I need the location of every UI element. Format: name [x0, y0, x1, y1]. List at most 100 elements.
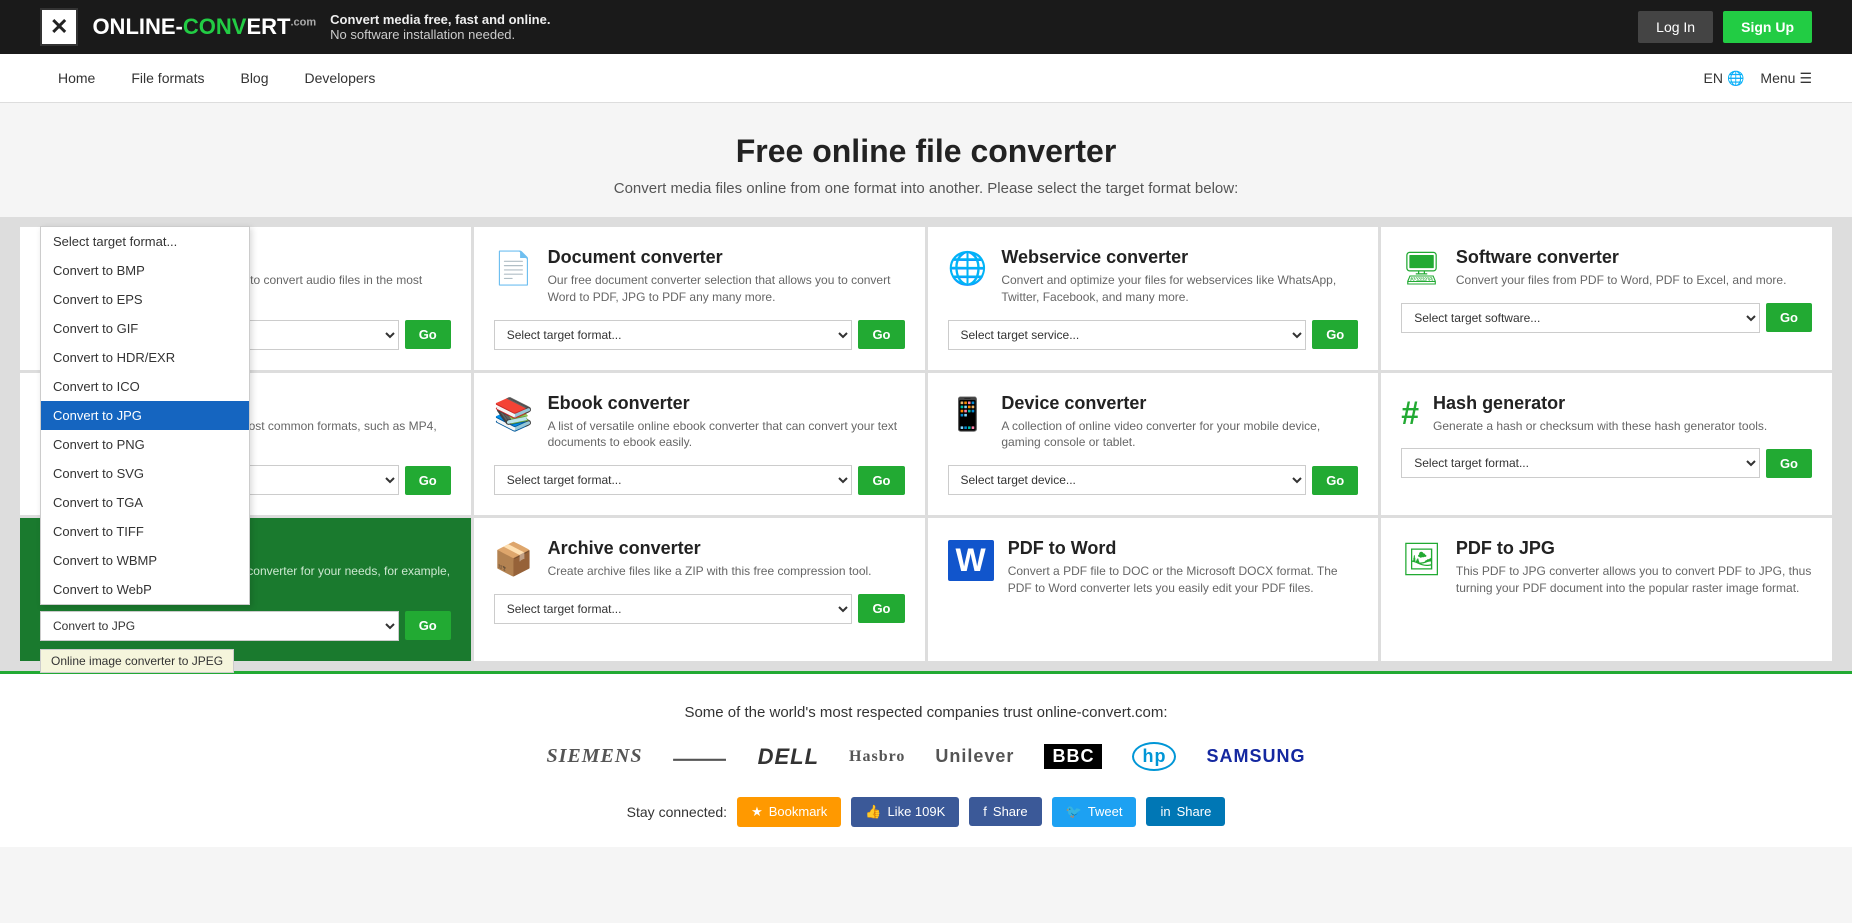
- nav-developers[interactable]: Developers: [287, 54, 394, 102]
- dropdown-item-eps[interactable]: Convert to EPS: [41, 285, 249, 314]
- document-card-controls: Select target format... Go: [494, 320, 905, 350]
- ebook-format-select[interactable]: Select target format...: [494, 465, 853, 495]
- pdf-word-icon: W: [948, 540, 994, 581]
- tweet-label: Tweet: [1088, 804, 1123, 819]
- dropdown-item-png[interactable]: Convert to PNG: [41, 430, 249, 459]
- bookmark-button[interactable]: ★ Bookmark: [737, 797, 841, 827]
- webservice-format-select[interactable]: Select target service...: [948, 320, 1307, 350]
- software-icon: 🖥: [1401, 249, 1442, 287]
- brand-samsung: SAMSUNG: [1206, 746, 1305, 767]
- dropdown-item-tga[interactable]: Convert to TGA: [41, 488, 249, 517]
- archive-converter-card: 📦 Archive converter Create archive files…: [474, 518, 925, 661]
- dropdown-item-gif[interactable]: Convert to GIF: [41, 314, 249, 343]
- software-card-desc: Convert your files from PDF to Word, PDF…: [1456, 272, 1787, 289]
- trust-title: Some of the world's most respected compa…: [20, 704, 1832, 721]
- device-card-controls: Select target device... Go: [948, 465, 1359, 495]
- facebook-share-button[interactable]: f Share: [969, 797, 1041, 826]
- bookmark-label: Bookmark: [769, 804, 828, 819]
- hash-icon: #: [1401, 395, 1419, 432]
- webservice-card-header: 🌐 Webservice converter Convert and optim…: [948, 247, 1359, 306]
- dropdown-item-wbmp[interactable]: Convert to WBMP: [41, 546, 249, 575]
- hash-card-title: Hash generator: [1433, 393, 1767, 414]
- nav-file-formats[interactable]: File formats: [113, 54, 222, 102]
- device-converter-card: 📱 Device converter A collection of onlin…: [928, 373, 1379, 516]
- archive-format-select[interactable]: Select target format...: [494, 594, 853, 624]
- like-label: Like 109K: [887, 804, 945, 819]
- dropdown-item-webp[interactable]: Convert to WebP: [41, 575, 249, 604]
- pdf-to-jpg-card: 🖼 PDF to JPG This PDF to JPG converter a…: [1381, 518, 1832, 661]
- image-format-select[interactable]: Select target format... Convert to BMP C…: [40, 611, 399, 641]
- pdf-to-word-card: W PDF to Word Convert a PDF file to DOC …: [928, 518, 1379, 661]
- ebook-icon: 📚: [494, 395, 534, 433]
- webservice-card-controls: Select target service... Go: [948, 320, 1359, 350]
- star-icon: ★: [751, 804, 763, 820]
- nav-blog[interactable]: Blog: [222, 54, 286, 102]
- software-format-select[interactable]: Select target software...: [1401, 303, 1760, 333]
- document-card-title: Document converter: [548, 247, 905, 268]
- logo-icon: ✕: [50, 14, 68, 40]
- device-card-desc: A collection of online video converter f…: [1001, 418, 1358, 452]
- menu-label: Menu: [1760, 70, 1795, 86]
- page-title: Free online file converter: [20, 133, 1832, 170]
- brand-siemens: SIEMENS: [547, 745, 643, 768]
- nav-links: Home File formats Blog Developers: [40, 54, 393, 102]
- audio-go-button[interactable]: Go: [405, 320, 451, 349]
- dropdown-item-tiff[interactable]: Convert to TIFF: [41, 517, 249, 546]
- device-format-select[interactable]: Select target device...: [948, 465, 1307, 495]
- thumb-icon: 👍: [865, 804, 881, 820]
- logo-area: ✕ ONLINE-CONVERT.com Convert media free,…: [40, 8, 550, 46]
- hash-generator-card: # Hash generator Generate a hash or chec…: [1381, 373, 1832, 516]
- brand-dell: DELL: [758, 744, 819, 770]
- brand-bbc: BBC: [1044, 744, 1102, 769]
- linkedin-icon: in: [1160, 804, 1170, 819]
- share-fb-label: Share: [993, 804, 1028, 819]
- tweet-button[interactable]: 🐦 Tweet: [1052, 797, 1137, 827]
- menu-button[interactable]: Menu ☰: [1760, 70, 1812, 87]
- brand-renault: ⸻: [672, 741, 727, 773]
- image-go-button[interactable]: Go: [405, 611, 451, 640]
- software-card-title: Software converter: [1456, 247, 1787, 268]
- document-converter-card: 📄 Document converter Our free document c…: [474, 227, 925, 370]
- like-button[interactable]: 👍 Like 109K: [851, 797, 959, 827]
- webservice-converter-card: 🌐 Webservice converter Convert and optim…: [928, 227, 1379, 370]
- dropdown-item-bmp[interactable]: Convert to BMP: [41, 256, 249, 285]
- webservice-go-button[interactable]: Go: [1312, 320, 1358, 349]
- software-go-button[interactable]: Go: [1766, 303, 1812, 332]
- webservice-card-title: Webservice converter: [1001, 247, 1358, 268]
- pdf-jpg-icon: 🖼: [1401, 540, 1442, 578]
- ebook-go-button[interactable]: Go: [858, 466, 904, 495]
- ebook-converter-card: 📚 Ebook converter A list of versatile on…: [474, 373, 925, 516]
- dropdown-item-hdr[interactable]: Convert to HDR/EXR: [41, 343, 249, 372]
- pdf-jpg-card-header: 🖼 PDF to JPG This PDF to JPG converter a…: [1401, 538, 1812, 597]
- archive-card-header: 📦 Archive converter Create archive files…: [494, 538, 905, 580]
- pdf-word-card-desc: Convert a PDF file to DOC or the Microso…: [1008, 563, 1359, 597]
- device-card-title: Device converter: [1001, 393, 1358, 414]
- pdf-jpg-card-desc: This PDF to JPG converter allows you to …: [1456, 563, 1812, 597]
- login-button[interactable]: Log In: [1638, 11, 1713, 43]
- archive-go-button[interactable]: Go: [858, 594, 904, 623]
- hash-go-button[interactable]: Go: [1766, 449, 1812, 478]
- archive-card-title: Archive converter: [548, 538, 872, 559]
- brand-unilever: Unilever: [935, 746, 1014, 767]
- pdf-jpg-card-title: PDF to JPG: [1456, 538, 1812, 559]
- ebook-card-desc: A list of versatile online ebook convert…: [548, 418, 905, 452]
- document-format-select[interactable]: Select target format...: [494, 320, 853, 350]
- document-go-button[interactable]: Go: [858, 320, 904, 349]
- dropdown-item-svg[interactable]: Convert to SVG: [41, 459, 249, 488]
- linkedin-share-button[interactable]: in Share: [1146, 797, 1225, 826]
- language-button[interactable]: EN 🌐: [1704, 70, 1745, 87]
- dropdown-item-placeholder[interactable]: Select target format...: [41, 227, 249, 256]
- globe-icon: 🌐: [1727, 70, 1744, 87]
- document-card-desc: Our free document converter selection th…: [548, 272, 905, 306]
- nav-home[interactable]: Home: [40, 54, 113, 102]
- hash-format-select[interactable]: Select target format...: [1401, 448, 1760, 478]
- dropdown-item-ico[interactable]: Convert to ICO: [41, 372, 249, 401]
- hash-card-controls: Select target format... Go: [1401, 448, 1812, 478]
- device-go-button[interactable]: Go: [1312, 466, 1358, 495]
- dropdown-item-jpg[interactable]: Convert to JPG: [41, 401, 249, 430]
- video-go-button[interactable]: Go: [405, 466, 451, 495]
- device-icon: 📱: [948, 395, 988, 433]
- device-card-header: 📱 Device converter A collection of onlin…: [948, 393, 1359, 452]
- pdf-word-card-header: W PDF to Word Convert a PDF file to DOC …: [948, 538, 1359, 597]
- signup-button[interactable]: Sign Up: [1723, 11, 1812, 43]
